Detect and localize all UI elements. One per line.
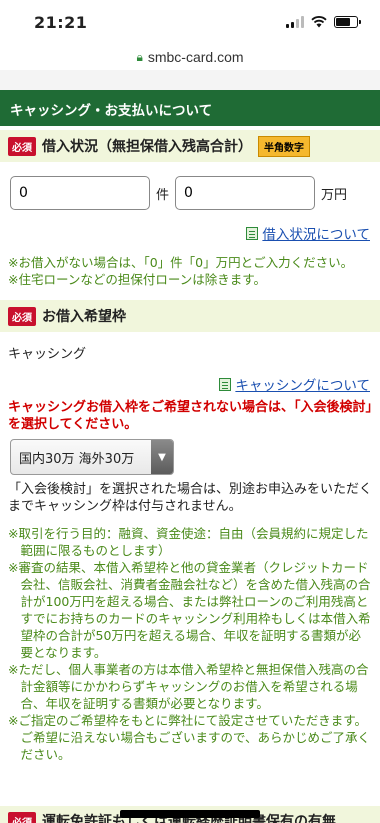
selected-value: 国内30万 海外30万	[19, 451, 135, 467]
loan-count-input[interactable]	[10, 176, 150, 210]
document-icon	[219, 377, 232, 391]
status-bar: 21:21	[0, 0, 380, 44]
document-icon	[246, 226, 259, 240]
note-item: ※ただし、個人事業者の方は本借入希望枠と無担保借入残高の合計金額等にかかわらずキ…	[8, 662, 369, 711]
note-item: ※お借入がない場合は、「0」件「0」万円とご入力ください。	[8, 255, 354, 270]
lock-icon: 🔒︎	[136, 49, 143, 64]
loan-inputs: 件 万円	[0, 166, 380, 220]
url-text: smbc-card.com	[147, 49, 244, 65]
loan-status-help-link[interactable]: 借入状況について	[262, 223, 370, 243]
required-badge: 必須	[8, 811, 36, 823]
amount-unit: 万円	[321, 187, 348, 203]
battery-icon	[334, 16, 361, 28]
cashing-warning: キャッシングお借入枠をご希望されない場合は、「入会後検討」を選択してください。	[8, 400, 373, 432]
field-label: 借入状況（無担保借入残高合計）	[42, 139, 252, 155]
signal-icon	[286, 16, 304, 28]
credit-limit-header: 必須 お借入希望枠	[0, 300, 380, 332]
loan-status-header: 必須 借入状況（無担保借入残高合計） 半角数字	[0, 130, 380, 162]
count-unit: 件	[156, 187, 170, 203]
wifi-icon	[311, 16, 327, 28]
loan-status-notes: ※お借入がない場合は、「0」件「0」万円とご入力ください。 ※住宅ローンなどの担…	[0, 254, 380, 288]
cashing-info: 「入会後検討」を選択された場合は、別途お申込みをいただくまでキャッシング枠は付与…	[8, 482, 373, 514]
input-type-badge: 半角数字	[258, 135, 310, 157]
section-title: キャッシング・お支払いについて	[0, 90, 380, 126]
credit-limit-notes: ※取引を行う目的：融資、資金使途：自由（会員規約に規定した範囲に限るものとします…	[0, 525, 380, 763]
note-item: ※取引を行う目的：融資、資金使途：自由（会員規約に規定した範囲に限るものとします…	[8, 526, 369, 558]
note-item: ※住宅ローンなどの担保付ローンは除きます。	[8, 272, 266, 287]
loan-amount-input[interactable]	[175, 176, 316, 210]
cashing-help-link[interactable]: キャッシングについて	[235, 374, 370, 394]
note-item: ※審査の結果、本借入希望枠と他の貸金業者（クレジットカード会社、信販会社、消費者…	[8, 560, 371, 660]
required-badge: 必須	[8, 136, 36, 156]
note-item: ※ご指定のご希望枠をもとに弊社にて設定させていただきます。ご希望に沿えない場合も…	[8, 713, 371, 762]
cashing-label: キャッシング	[8, 347, 87, 362]
chevron-down-icon: ▼	[151, 440, 173, 474]
address-bar[interactable]: 🔒︎ smbc-card.com	[0, 44, 380, 70]
clock: 21:21	[34, 12, 88, 32]
required-badge: 必須	[8, 306, 36, 326]
redaction-bar	[120, 810, 260, 818]
field-label: お借入希望枠	[42, 309, 126, 325]
credit-limit-select[interactable]: 国内30万 海外30万 ▼	[10, 439, 174, 475]
